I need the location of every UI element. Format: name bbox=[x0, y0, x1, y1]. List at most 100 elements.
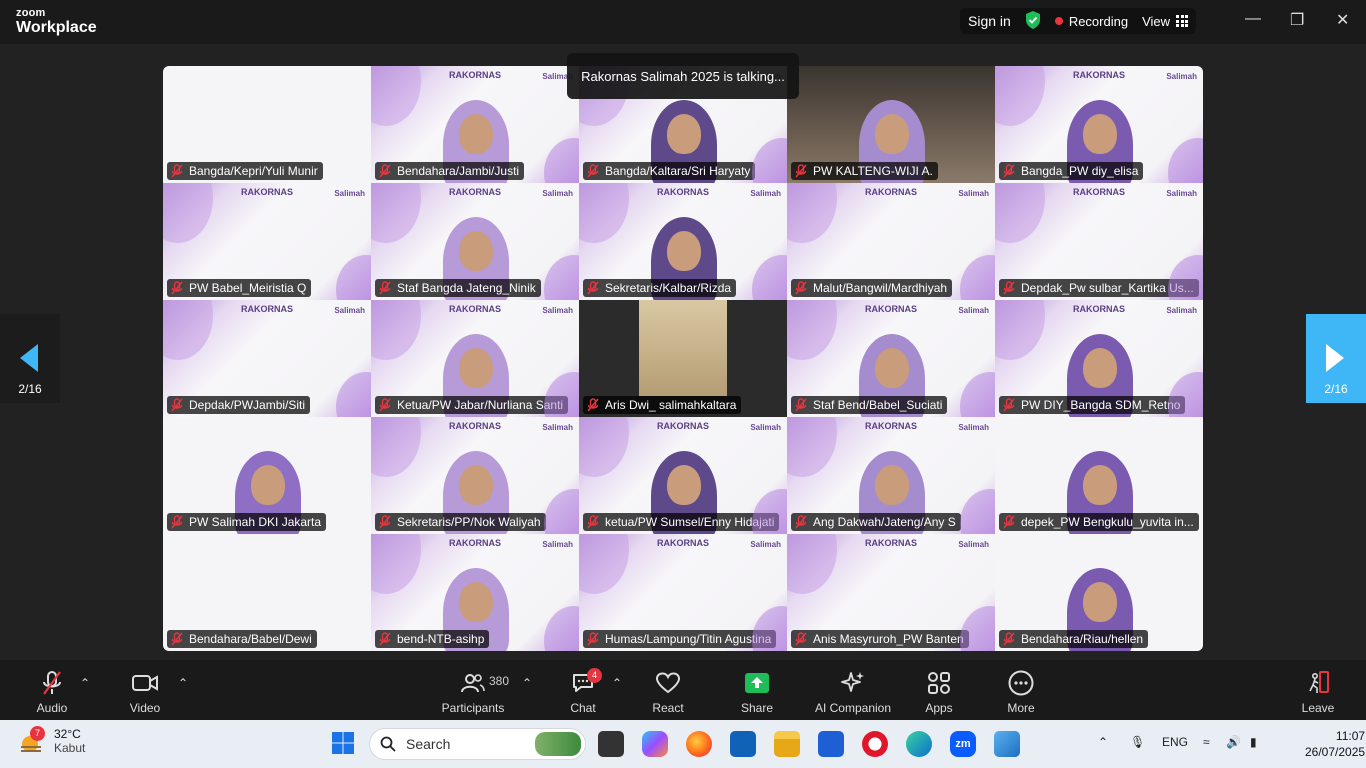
participant-name: Sekretaris/PP/Nok Waliyah bbox=[397, 515, 541, 529]
participant-tile[interactable]: Bangda/Kepri/Yuli Munir bbox=[163, 66, 371, 183]
audio-options-chevron-icon[interactable]: ⌃ bbox=[80, 676, 90, 690]
meeting-stage: Bangda/Kepri/Yuli Munir RAKORNAS Salimah Be… bbox=[0, 44, 1366, 660]
participant-face bbox=[875, 348, 909, 388]
volume-icon[interactable]: 🔊 bbox=[1226, 735, 1241, 749]
language-indicator[interactable]: ENG bbox=[1162, 735, 1188, 749]
participant-tile[interactable]: RAKORNAS Salimah Bangda_PW diy_elisa bbox=[995, 66, 1203, 183]
participant-tile[interactable]: PW Salimah DKI Jakarta bbox=[163, 417, 371, 534]
tray-chevron-icon[interactable]: ⌃ bbox=[1098, 735, 1108, 749]
app-icon[interactable] bbox=[818, 731, 844, 757]
mic-muted-icon bbox=[1003, 164, 1015, 178]
mic-muted-icon bbox=[795, 164, 807, 178]
participant-name: depek_PW Bengkulu_yuvita in... bbox=[1021, 515, 1194, 529]
search-highlight-icon bbox=[535, 732, 581, 756]
participant-tile[interactable]: RAKORNAS Salimah ketua/PW Sumsel/Enny Hida… bbox=[579, 417, 787, 534]
participant-name: Bendahara/Riau/hellen bbox=[1021, 632, 1144, 646]
apps-icon bbox=[919, 670, 959, 696]
participant-tile[interactable]: RAKORNAS Salimah PW DIY_Bangda SDM_Retno bbox=[995, 300, 1203, 417]
participant-tile[interactable]: RAKORNAS Salimah Depdak_Pw sulbar_Kartika … bbox=[995, 183, 1203, 300]
participant-tile[interactable]: Bendahara/Riau/hellen bbox=[995, 534, 1203, 651]
participants-icon: 380 bbox=[440, 670, 509, 696]
participant-face bbox=[1083, 582, 1117, 622]
participant-tile[interactable]: RAKORNAS Salimah Depdak/PWJambi/Siti bbox=[163, 300, 371, 417]
logo-line2: Workplace bbox=[16, 19, 97, 36]
participant-name: Ang Dakwah/Jateng/Any S bbox=[813, 515, 956, 529]
wifi-icon[interactable]: ≈ bbox=[1203, 735, 1210, 749]
participant-tile[interactable]: Aris Dwi_ salimahkaltara bbox=[579, 300, 787, 417]
windows-start-icon[interactable] bbox=[331, 731, 357, 757]
grid-icon bbox=[1176, 15, 1189, 27]
leave-icon bbox=[1298, 670, 1338, 696]
participant-tile[interactable]: RAKORNAS Salimah Bendahara/Jambi/Justi bbox=[371, 66, 579, 183]
participant-face bbox=[459, 582, 493, 622]
participant-name: Bangda/Kaltara/Sri Haryaty bbox=[605, 164, 751, 178]
participants-button[interactable]: 380 Participants bbox=[440, 670, 509, 715]
apps-button[interactable]: Apps bbox=[919, 670, 959, 715]
photos-icon[interactable] bbox=[994, 731, 1020, 757]
previous-page-button[interactable]: 2/16 bbox=[0, 314, 60, 403]
chat-options-chevron-icon[interactable]: ⌃ bbox=[612, 676, 622, 690]
ai-companion-button[interactable]: AI Companion bbox=[812, 670, 894, 715]
share-button[interactable]: Share bbox=[737, 670, 777, 715]
participant-tile[interactable]: RAKORNAS Salimah Staf Bend/Babel_Suciati bbox=[787, 300, 995, 417]
firefox-icon[interactable] bbox=[686, 731, 712, 757]
participant-tile[interactable]: RAKORNAS Salimah Staf Bangda Jateng_Ninik bbox=[371, 183, 579, 300]
shield-icon[interactable] bbox=[1025, 10, 1041, 32]
weather-widget[interactable]: 7 32°C Kabut bbox=[18, 726, 85, 756]
participant-name-badge: Bangda_PW diy_elisa bbox=[999, 162, 1144, 180]
more-button[interactable]: More bbox=[1001, 670, 1041, 715]
participant-tile[interactable]: RAKORNAS Salimah Anis Masyruroh_PW Banten bbox=[787, 534, 995, 651]
minimize-icon[interactable]: — bbox=[1245, 10, 1261, 28]
participants-options-chevron-icon[interactable]: ⌃ bbox=[522, 676, 532, 690]
participant-tile[interactable]: RAKORNAS Salimah PW Babel_Meiristia Q bbox=[163, 183, 371, 300]
participant-name: Aris Dwi_ salimahkaltara bbox=[605, 398, 737, 412]
participant-name-badge: Aris Dwi_ salimahkaltara bbox=[583, 396, 742, 414]
participant-name-badge: Staf Bangda Jateng_Ninik bbox=[375, 279, 541, 297]
sign-in-button[interactable]: Sign in bbox=[968, 13, 1011, 29]
video-options-chevron-icon[interactable]: ⌃ bbox=[178, 676, 188, 690]
copilot-icon[interactable] bbox=[642, 731, 668, 757]
participant-tile[interactable]: Bendahara/Babel/Dewi bbox=[163, 534, 371, 651]
view-button[interactable]: View bbox=[1142, 14, 1189, 29]
next-page-button[interactable]: 2/16 bbox=[1306, 314, 1366, 403]
participant-tile[interactable]: RAKORNAS Salimah Sekretaris/PP/Nok Waliyah bbox=[371, 417, 579, 534]
chat-icon: 4 bbox=[565, 668, 602, 696]
windows-taskbar: 7 32°C Kabut Search zm ⌃ 🎙 ENG ≈ 🔊 ▮ 11:… bbox=[0, 720, 1366, 768]
recording-indicator[interactable]: Recording bbox=[1054, 14, 1128, 29]
camera-feed bbox=[639, 300, 727, 396]
participant-name: ketua/PW Sumsel/Enny Hidajati bbox=[605, 515, 775, 529]
zoom-app-icon[interactable]: zm bbox=[950, 731, 976, 757]
participant-tile[interactable]: RAKORNAS Salimah Malut/Bangwil/Mardhiyah bbox=[787, 183, 995, 300]
participant-tile[interactable]: PW KALTENG-WIJI A. bbox=[787, 66, 995, 183]
participant-tile[interactable]: RAKORNAS Salimah Ketua/PW Jabar/Nurliana S… bbox=[371, 300, 579, 417]
edge-icon[interactable] bbox=[906, 731, 932, 757]
system-clock[interactable]: 11:07 26/07/2025 bbox=[1305, 729, 1365, 760]
page-indicator-right: 2/16 bbox=[1324, 382, 1348, 396]
chat-button[interactable]: 4 Chat bbox=[565, 668, 602, 715]
participant-tile[interactable]: RAKORNAS Salimah Ang Dakwah/Jateng/Any S bbox=[787, 417, 995, 534]
react-button[interactable]: React bbox=[648, 670, 688, 715]
chat-unread-badge: 4 bbox=[587, 668, 602, 683]
close-icon[interactable]: ✕ bbox=[1336, 10, 1349, 30]
microphone-tray-icon[interactable]: 🎙 bbox=[1130, 735, 1145, 749]
taskbar-search[interactable]: Search bbox=[369, 728, 586, 760]
slide-brand: Salimah bbox=[542, 540, 573, 549]
outlook-icon[interactable] bbox=[730, 731, 756, 757]
task-view-icon[interactable] bbox=[598, 731, 624, 757]
participant-tile[interactable]: RAKORNAS Salimah bend-NTB-asihp bbox=[371, 534, 579, 651]
audio-button[interactable]: Audio bbox=[32, 670, 72, 715]
file-explorer-icon[interactable] bbox=[774, 731, 800, 757]
ai-companion-label: AI Companion bbox=[814, 701, 892, 715]
video-button[interactable]: Video bbox=[125, 670, 165, 715]
participant-tile[interactable]: depek_PW Bengkulu_yuvita in... bbox=[995, 417, 1203, 534]
participant-tile[interactable]: RAKORNAS Salimah Humas/Lampung/Titin Agust… bbox=[579, 534, 787, 651]
restore-icon[interactable]: ❐ bbox=[1290, 10, 1304, 30]
mic-muted-icon bbox=[1003, 632, 1015, 646]
opera-icon[interactable] bbox=[862, 731, 888, 757]
battery-icon[interactable]: ▮ bbox=[1250, 735, 1257, 749]
page-indicator-left: 2/16 bbox=[18, 382, 42, 396]
mic-muted-icon bbox=[1003, 398, 1015, 412]
participant-face bbox=[459, 348, 493, 388]
participant-tile[interactable]: RAKORNAS Salimah Sekretaris/Kalbar/Rizda bbox=[579, 183, 787, 300]
leave-button[interactable]: Leave bbox=[1298, 670, 1338, 715]
